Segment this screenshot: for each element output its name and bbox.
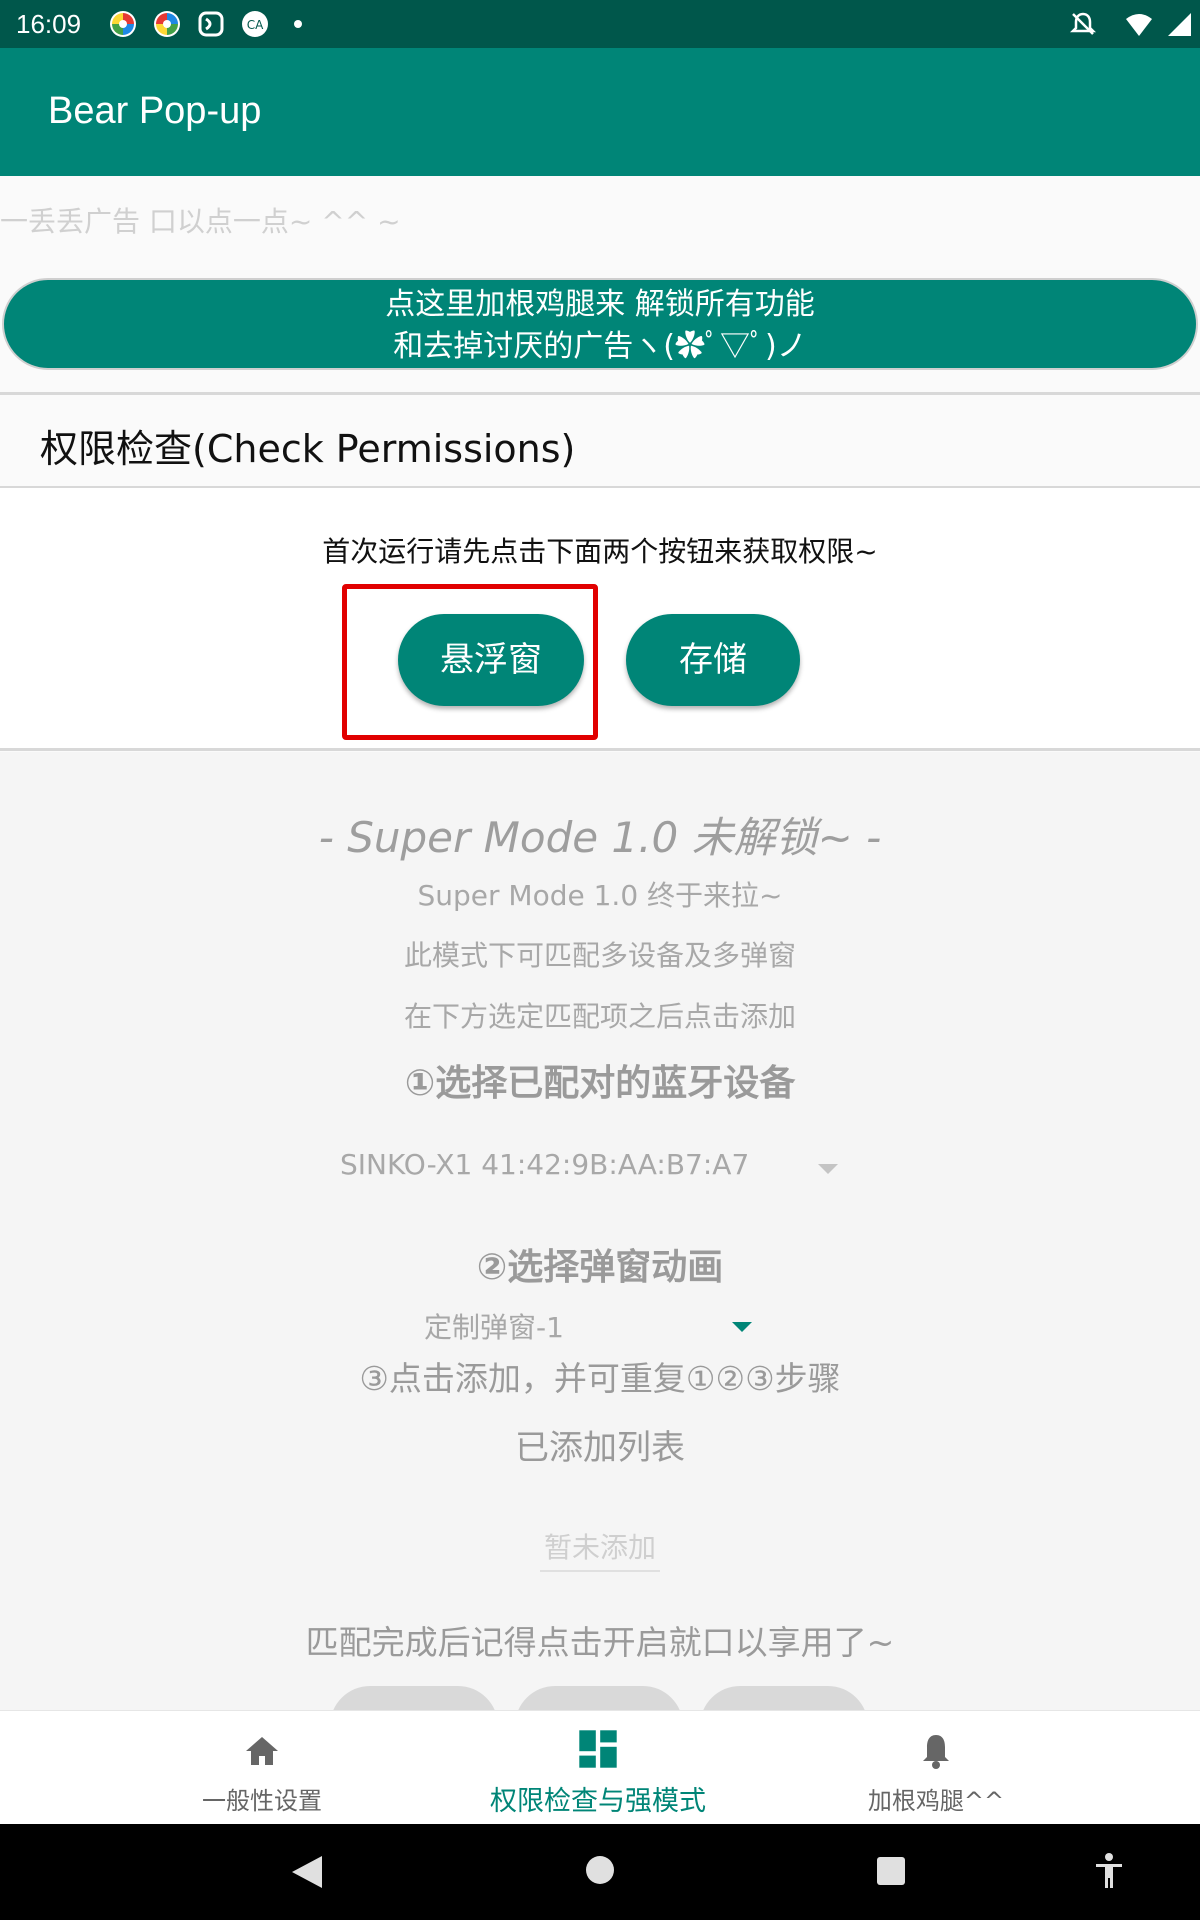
nav-item-donate[interactable]: 加根鸡腿^^	[736, 1711, 1136, 1825]
system-navigation-bar	[0, 1824, 1200, 1920]
added-list-title: 已添加列表	[515, 1428, 685, 1468]
added-list-empty: 暂未添加	[540, 1526, 660, 1572]
app-title: Bear Pop-up	[48, 90, 262, 132]
footer-hint: 匹配完成后记得点击开启就口以享用了~	[305, 1623, 895, 1662]
unlock-all-features-button[interactable]: 点这里加根鸡腿来 解锁所有功能 和去掉讨厌的广告ヽ(✿ﾟ▽ﾟ)ノ	[2, 278, 1198, 370]
wifi-icon	[1126, 14, 1152, 36]
more-dot-icon	[294, 20, 302, 28]
unlock-button-line1: 点这里加根鸡腿来 解锁所有功能	[385, 287, 815, 322]
app-notification-icon: CA	[242, 11, 268, 37]
clear-button[interactable]	[515, 1686, 683, 1710]
step3-label: ③点击添加，并可重复①②③步骤	[359, 1359, 841, 1398]
dashboard-icon	[579, 1730, 617, 1768]
divider	[0, 748, 1200, 751]
step2-label: ②选择弹窗动画	[476, 1247, 724, 1288]
highlight-box	[342, 584, 598, 740]
ad-banner[interactable]: 一丢丢广告 口以点一点~ ^^ ~	[0, 200, 401, 240]
content-scroll[interactable]: 一丢丢广告 口以点一点~ ^^ ~ 点这里加根鸡腿来 解锁所有功能 和去掉讨厌的…	[0, 176, 1200, 1710]
nfc-icon	[198, 11, 224, 37]
app-notification-icon	[154, 11, 180, 37]
bell-icon	[923, 1735, 949, 1769]
dropdown-arrow-icon	[732, 1322, 752, 1332]
popup-animation-value: 定制弹窗-1	[424, 1311, 564, 1344]
nav-label: 加根鸡腿^^	[867, 1787, 1005, 1815]
unlock-button-line2: 和去掉讨厌的广告ヽ(✿ﾟ▽ﾟ)ノ	[393, 329, 807, 364]
permissions-section-title: 权限检查(Check Permissions)	[40, 427, 576, 471]
home-icon	[246, 1737, 278, 1765]
enable-button[interactable]	[700, 1686, 868, 1710]
add-button[interactable]	[330, 1686, 498, 1710]
home-circle-icon[interactable]	[584, 1854, 616, 1886]
back-icon[interactable]	[290, 1854, 324, 1890]
divider	[0, 392, 1200, 395]
super-mode-line3: 在下方选定匹配项之后点击添加	[403, 1000, 796, 1033]
status-bar: 16:09 CA	[0, 0, 1200, 48]
super-mode-line2: 此模式下可匹配多设备及多弹窗	[403, 939, 796, 972]
accessibility-icon[interactable]	[1094, 1852, 1124, 1890]
app-notification-icon	[110, 11, 136, 37]
permissions-card: 首次运行请先点击下面两个按钮来获取权限~	[0, 488, 1200, 748]
notifications-off-icon	[1069, 12, 1097, 35]
step1-label: ①选择已配对的蓝牙设备	[404, 1063, 796, 1104]
super-mode-title: - Super Mode 1.0 未解锁~ -	[318, 813, 882, 862]
bottom-navigation: 一般性设置 权限检查与强模式 加根鸡腿^^	[0, 1710, 1200, 1824]
bluetooth-device-value: SINKO-X1 41:42:9B:AA:B7:A7	[340, 1148, 750, 1181]
battery-icon	[1168, 13, 1191, 36]
permissions-hint: 首次运行请先点击下面两个按钮来获取权限~	[322, 535, 878, 568]
app-bar: Bear Pop-up	[0, 48, 1200, 176]
dropdown-arrow-icon	[818, 1164, 838, 1174]
recents-icon[interactable]	[876, 1856, 906, 1886]
svg-text:CA: CA	[247, 18, 264, 32]
status-time: 16:09	[16, 9, 82, 39]
storage-permission-button[interactable]: 存储	[626, 614, 800, 706]
super-mode-section: - Super Mode 1.0 未解锁~ - Super Mode 1.0 终…	[0, 752, 1200, 1710]
super-mode-line1: Super Mode 1.0 终于来拉~	[417, 879, 783, 912]
